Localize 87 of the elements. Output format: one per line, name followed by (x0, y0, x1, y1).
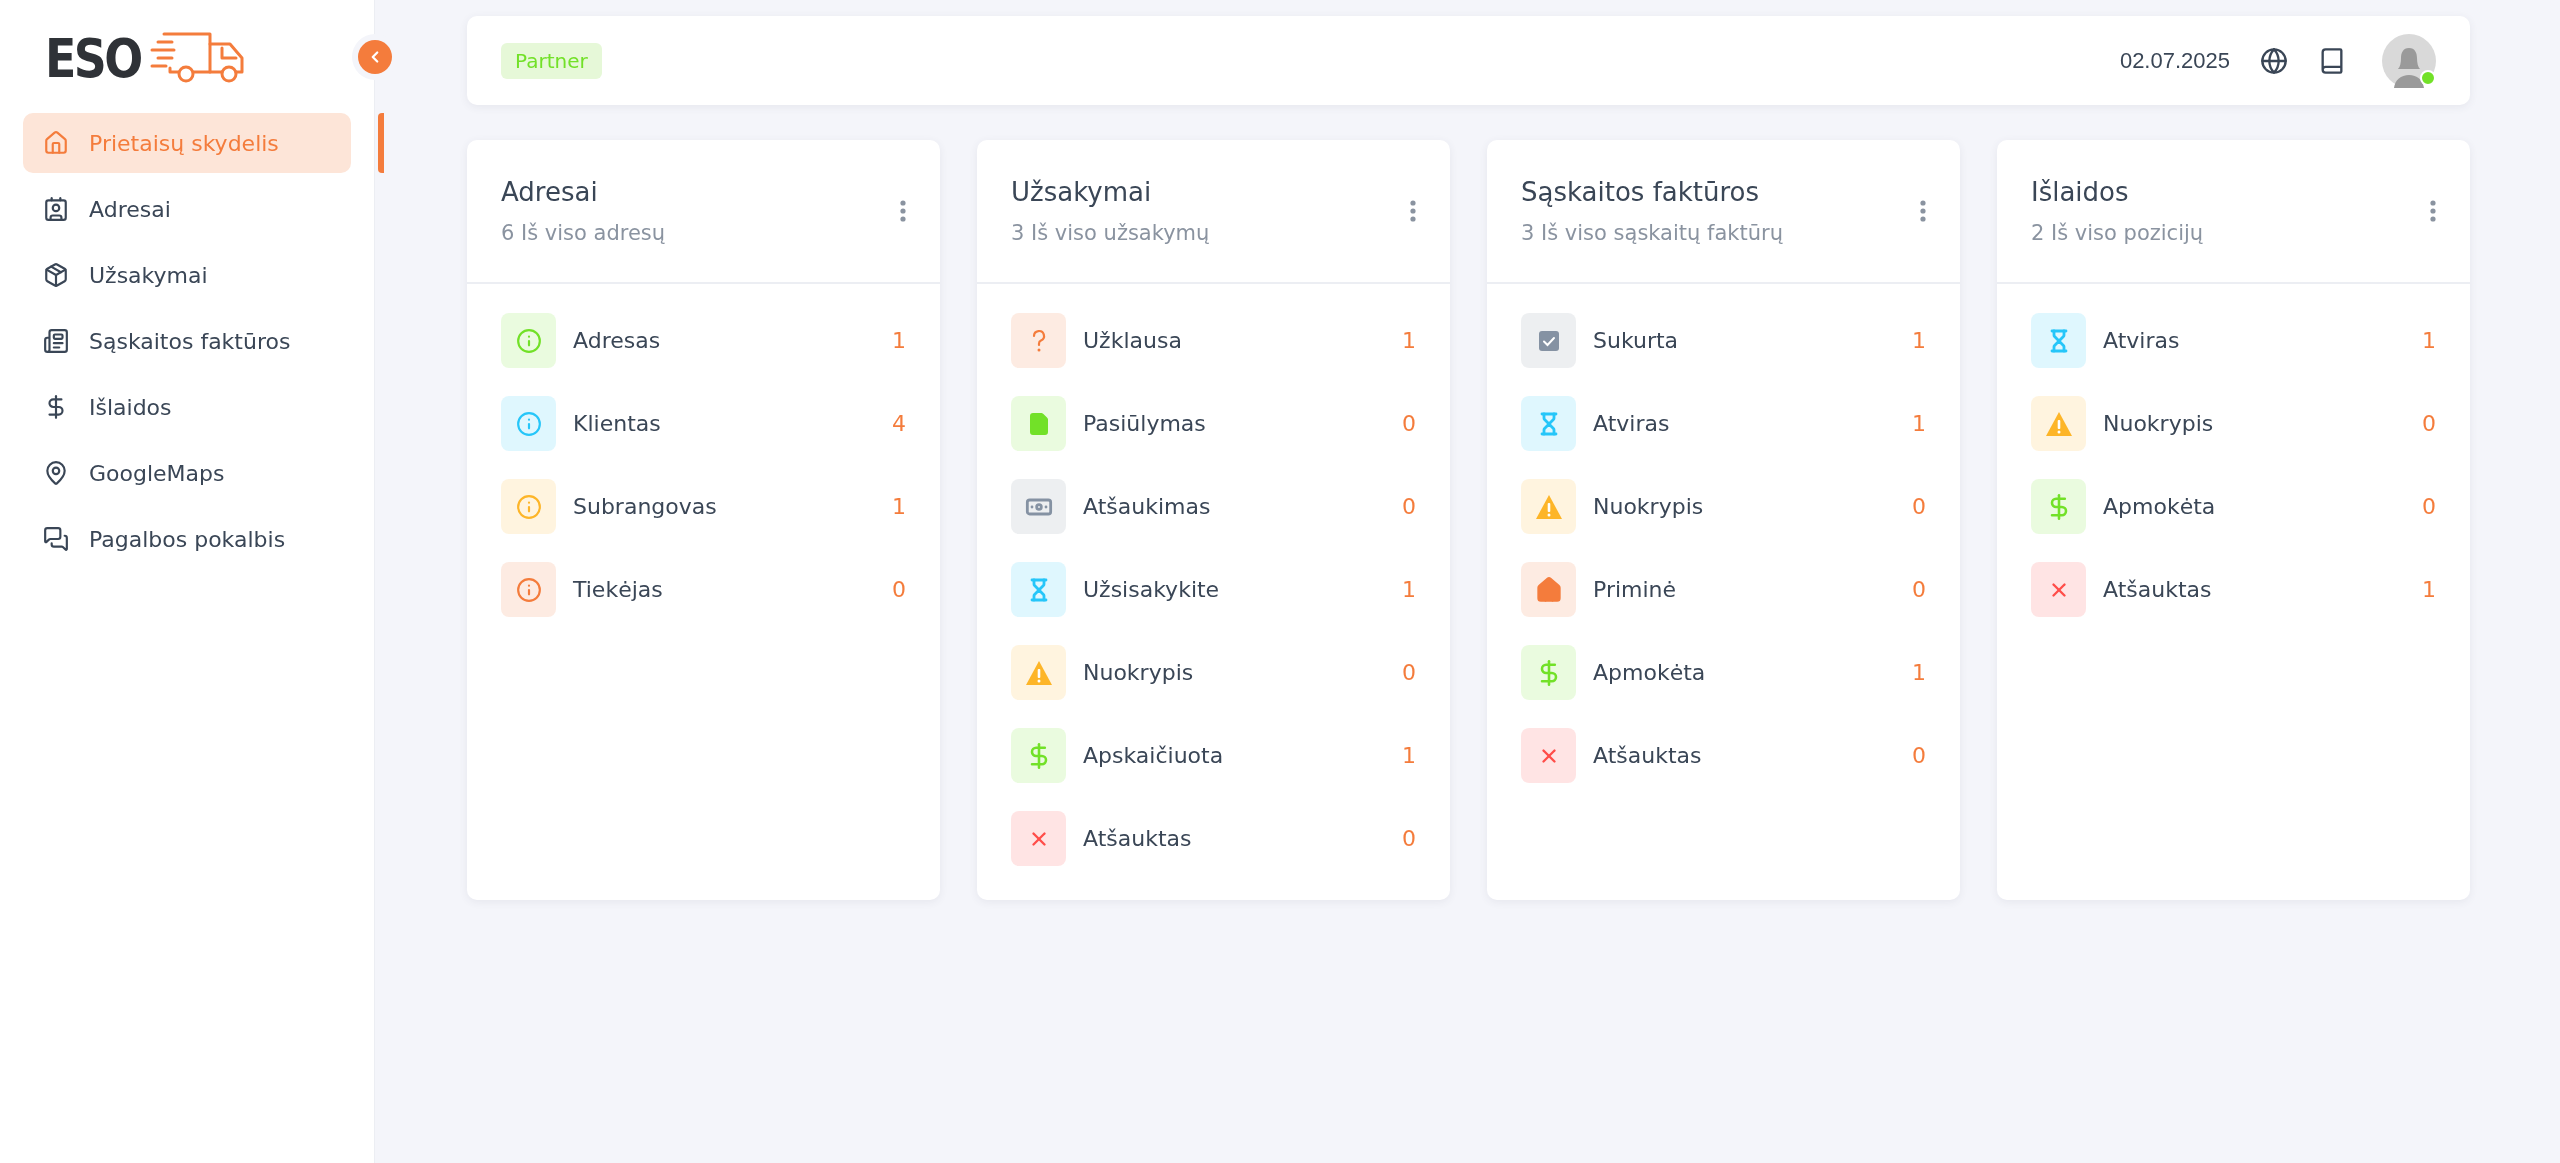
more-options-button[interactable] (2430, 200, 2436, 222)
status-count: 0 (1912, 577, 1926, 602)
active-indicator (378, 113, 384, 173)
status-count: 1 (1912, 328, 1926, 353)
status-label: Užsisakykite (1083, 577, 1221, 602)
status-count: 1 (892, 494, 906, 519)
status-label: Atviras (1593, 411, 1671, 436)
document-icon (43, 328, 69, 354)
map-pin-icon (43, 460, 69, 486)
status-count: 0 (2422, 494, 2436, 519)
status-count: 0 (1402, 494, 1416, 519)
more-options-button[interactable] (1920, 200, 1926, 222)
status-count: 1 (2422, 328, 2436, 353)
status-count: 0 (1912, 743, 1926, 768)
status-count: 0 (2422, 411, 2436, 436)
status-label: Atviras (2103, 328, 2181, 353)
card-subtitle: 3 Iš viso sąskaitų faktūrų (1521, 221, 1784, 245)
card-subtitle: 6 Iš viso adresų (501, 221, 667, 245)
status-label: Atšauktas (2103, 577, 2213, 602)
warning-icon (1024, 659, 1053, 686)
status-label: Nuokrypis (2103, 411, 2215, 436)
sidebar-item[interactable]: Sąskaitos faktūros (23, 311, 351, 371)
sidebar-item[interactable]: Pagalbos pokalbis (23, 509, 351, 569)
contact-book-icon (43, 196, 69, 222)
status-count: 1 (1912, 411, 1926, 436)
status-count: 1 (892, 328, 906, 353)
status-count: 1 (1402, 328, 1416, 353)
status-label: Atšaukimas (1083, 494, 1212, 519)
globe-icon (2260, 46, 2288, 75)
role-badge: Partner (501, 42, 602, 79)
date-text: 02.07.2025 (2119, 47, 2230, 74)
status-label: Apmokėta (2103, 494, 2217, 519)
logo-text: ESO (45, 26, 141, 90)
sidebar-item[interactable]: GoogleMaps (23, 443, 351, 503)
status-count: 0 (892, 577, 906, 602)
checkbox-icon (1538, 330, 1559, 351)
more-options-button[interactable] (900, 200, 906, 222)
card-title: Užsakymai (1011, 177, 1153, 207)
card-subtitle: 3 Iš viso užsakymų (1011, 221, 1211, 245)
status-count: 4 (892, 411, 906, 436)
more-vertical-icon (1920, 200, 1926, 222)
status-label: Pasiūlymas (1083, 411, 1207, 436)
card-title: Sąskaitos faktūros (1521, 177, 1761, 207)
status-count: 1 (2422, 577, 2436, 602)
status-label: Priminė (1593, 577, 1678, 602)
sidebar-item[interactable]: Adresai (23, 179, 351, 239)
status-label: Nuokrypis (1593, 494, 1705, 519)
sidebar-item[interactable]: Užsakymai (23, 245, 351, 305)
home-icon (43, 130, 69, 156)
status-count: 1 (1402, 743, 1416, 768)
info-icon (515, 327, 542, 354)
language-button[interactable] (2260, 46, 2288, 75)
home-icon (1534, 575, 1563, 604)
more-vertical-icon (2430, 200, 2436, 222)
status-label: Nuokrypis (1083, 660, 1195, 685)
warning-icon (2044, 410, 2073, 437)
warning-icon (1534, 493, 1563, 520)
card-subtitle: 2 Iš viso pozicijų (2031, 221, 2205, 245)
status-count: 0 (1912, 494, 1926, 519)
status-label: Užklausa (1083, 328, 1183, 353)
status-count: 0 (1402, 826, 1416, 851)
status-label: Atšauktas (1083, 826, 1193, 851)
status-count: 1 (1912, 660, 1926, 685)
sidebar-item[interactable]: Išlaidos (23, 377, 351, 437)
status-label: Apmokėta (1593, 660, 1707, 685)
status-label: Sukurta (1593, 328, 1680, 353)
info-icon (515, 410, 542, 437)
package-icon (43, 262, 69, 288)
status-label: Subrangovas (573, 494, 718, 519)
status-label: Atšauktas (1593, 743, 1703, 768)
info-icon (515, 576, 542, 603)
card-title: Adresai (501, 177, 599, 207)
status-count: 0 (1402, 660, 1416, 685)
status-label: Tiekėjas (573, 577, 664, 602)
more-vertical-icon (900, 200, 906, 222)
card-title: Išlaidos (2031, 177, 2130, 207)
status-count: 0 (1402, 411, 1416, 436)
more-options-button[interactable] (1410, 200, 1416, 222)
person-silhouette-icon (2392, 45, 2426, 88)
status-label: Klientas (573, 411, 662, 436)
status-label: Adresas (573, 328, 662, 353)
chat-icon (43, 526, 69, 552)
avatar[interactable] (2382, 33, 2436, 88)
more-vertical-icon (1410, 200, 1416, 222)
status-label: Apskaičiuota (1083, 743, 1225, 768)
status-count: 1 (1402, 577, 1416, 602)
info-icon (515, 493, 542, 520)
